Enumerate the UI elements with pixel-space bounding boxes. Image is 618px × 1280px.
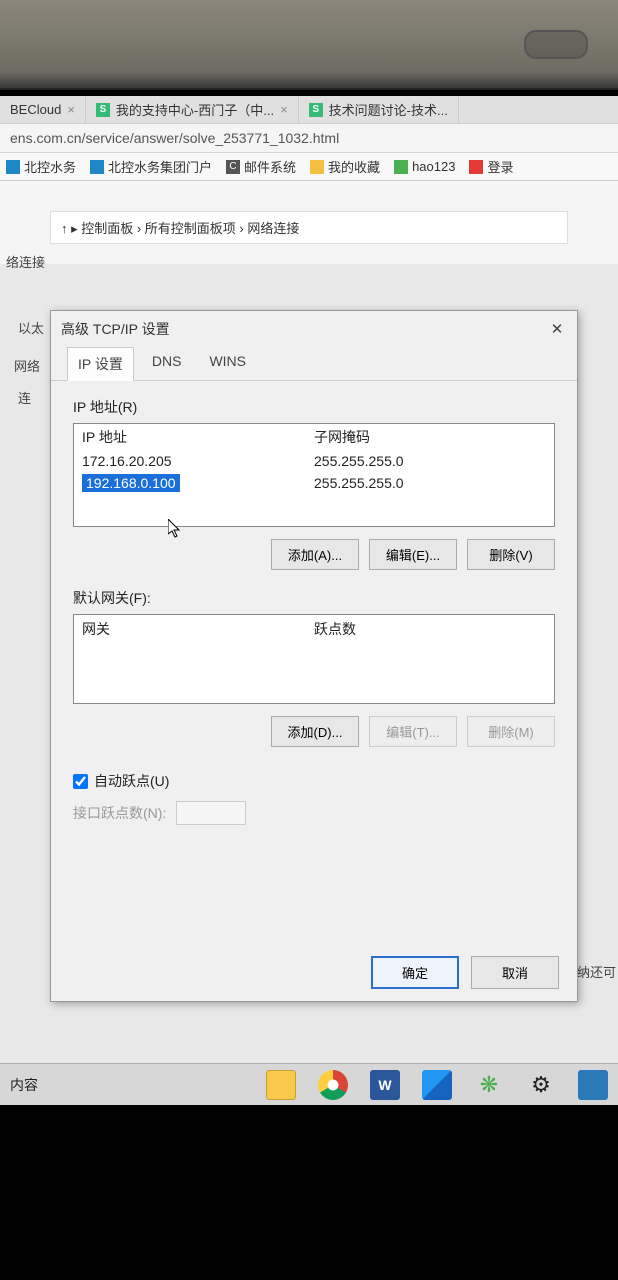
cancel-button[interactable]: 取消 (471, 956, 559, 989)
laptop-bezel (0, 0, 618, 90)
bookmarks-bar: 北控水务 北控水务集团门户 C 邮件系统 我的收藏 hao123 登录 (0, 153, 618, 181)
app-icon[interactable] (578, 1070, 608, 1100)
add-ip-button[interactable]: 添加(A)... (271, 539, 359, 570)
wechat-icon[interactable]: ❋ (474, 1070, 504, 1100)
close-icon[interactable]: × (280, 102, 288, 117)
add-gateway-button[interactable]: 添加(D)... (271, 716, 359, 747)
list-item-selected[interactable]: 192.168.0.100 255.255.255.0 (74, 472, 554, 494)
edit-ip-button[interactable]: 编辑(E)... (369, 539, 457, 570)
bookmark-icon: C (226, 160, 240, 174)
gateway-buttons: 添加(D)... 编辑(T)... 删除(M) (73, 716, 555, 747)
settings-icon[interactable]: ⚙ (526, 1070, 556, 1100)
interface-metric-input (176, 801, 246, 825)
bg-text: 络连接 (6, 252, 45, 271)
gateway-list[interactable]: 网关 跃点数 (73, 614, 555, 704)
tab-title: BECloud (10, 102, 61, 117)
chrome-icon[interactable] (318, 1070, 348, 1100)
bookmark-icon (6, 160, 20, 174)
favicon-icon: S (309, 103, 323, 117)
tab-title: 我的支持中心-西门子（中... (116, 100, 274, 119)
browser-tab-1[interactable]: BECloud × (0, 96, 86, 123)
dialog-body: IP 地址(R) IP 地址 子网掩码 172.16.20.205 255.25… (51, 381, 577, 841)
ip-addresses-label: IP 地址(R) (73, 397, 555, 417)
dialog-footer: 确定 取消 (371, 956, 559, 989)
bookmark-item[interactable]: 登录 (469, 157, 513, 176)
list-header: IP 地址 子网掩码 (74, 424, 554, 450)
bg-text: 纳还可 (577, 962, 616, 981)
bookmark-item[interactable]: 北控水务集团门户 (90, 157, 212, 176)
word-icon[interactable]: W (370, 1070, 400, 1100)
interface-metric-label: 接口跃点数(N): (73, 803, 166, 823)
screen-area: BECloud × S 我的支持中心-西门子（中... × S 技术问题讨论-技… (0, 90, 618, 1280)
browser-tab-3[interactable]: S 技术问题讨论-技术... (299, 96, 459, 123)
breadcrumb[interactable]: ↑ ▸ 控制面板 › 所有控制面板项 › 网络连接 (50, 211, 568, 244)
col-metric: 跃点数 (314, 619, 546, 639)
huawei-icon (469, 160, 483, 174)
auto-metric-checkbox[interactable] (73, 774, 88, 789)
file-explorer-icon[interactable] (266, 1070, 296, 1100)
address-bar[interactable]: ens.com.cn/service/answer/solve_253771_1… (0, 124, 618, 153)
bookmark-item[interactable]: hao123 (394, 159, 455, 174)
ok-button[interactable]: 确定 (371, 956, 459, 989)
desktop: BECloud × S 我的支持中心-西门子（中... × S 技术问题讨论-技… (0, 96, 618, 1070)
bookmark-item[interactable]: C 邮件系统 (226, 157, 296, 176)
browser-tabs: BECloud × S 我的支持中心-西门子（中... × S 技术问题讨论-技… (0, 96, 618, 124)
auto-metric-row: 自动跃点(U) (73, 771, 555, 791)
ip-buttons: 添加(A)... 编辑(E)... 删除(V) (73, 539, 555, 570)
browser-tab-2[interactable]: S 我的支持中心-西门子（中... × (86, 96, 299, 123)
auto-metric-label: 自动跃点(U) (94, 771, 169, 791)
col-ip: IP 地址 (82, 427, 314, 447)
tab-ip-settings[interactable]: IP 设置 (67, 347, 134, 381)
bg-text: 以太 (18, 318, 44, 337)
list-header: 网关 跃点数 (74, 615, 554, 643)
bookmark-icon (90, 160, 104, 174)
list-item[interactable]: 172.16.20.205 255.255.255.0 (74, 450, 554, 472)
sidebar-title: 网络 (14, 356, 40, 375)
photos-icon[interactable] (422, 1070, 452, 1100)
dialog-tabs: IP 设置 DNS WINS (51, 347, 577, 381)
page-content: 络连接 ↑ ▸ 控制面板 › 所有控制面板项 › 网络连接 以太 网络 连 纳还… (0, 181, 618, 264)
tab-title: 技术问题讨论-技术... (329, 100, 448, 119)
close-icon[interactable]: ✕ (547, 320, 567, 338)
screen-bottom-black (0, 1105, 618, 1280)
close-icon[interactable]: × (67, 102, 75, 117)
col-mask: 子网掩码 (314, 427, 546, 447)
taskbar: 内容 W ❋ ⚙ (0, 1063, 618, 1105)
bookmark-icon (394, 160, 408, 174)
ip-address-list[interactable]: IP 地址 子网掩码 172.16.20.205 255.255.255.0 1… (73, 423, 555, 527)
col-gateway: 网关 (82, 619, 314, 639)
gateway-label: 默认网关(F): (73, 588, 555, 608)
dialog-titlebar[interactable]: 高级 TCP/IP 设置 ✕ (51, 311, 577, 347)
delete-ip-button[interactable]: 删除(V) (467, 539, 555, 570)
url-text: ens.com.cn/service/answer/solve_253771_1… (10, 130, 339, 146)
bookmark-item[interactable]: 我的收藏 (310, 157, 380, 176)
taskbar-text: 内容 (10, 1075, 38, 1095)
interface-metric-row: 接口跃点数(N): (73, 801, 555, 825)
dialog-title-text: 高级 TCP/IP 设置 (61, 319, 170, 339)
tab-dns[interactable]: DNS (142, 347, 192, 380)
tab-wins[interactable]: WINS (199, 347, 256, 380)
sidebar-item: 连 (18, 388, 31, 407)
tcpip-advanced-dialog: 高级 TCP/IP 设置 ✕ IP 设置 DNS WINS IP 地址(R) I… (50, 310, 578, 1002)
bookmark-item[interactable]: 北控水务 (6, 157, 76, 176)
edit-gateway-button: 编辑(T)... (369, 716, 457, 747)
folder-icon (310, 160, 324, 174)
delete-gateway-button: 删除(M) (467, 716, 555, 747)
favicon-icon: S (96, 103, 110, 117)
